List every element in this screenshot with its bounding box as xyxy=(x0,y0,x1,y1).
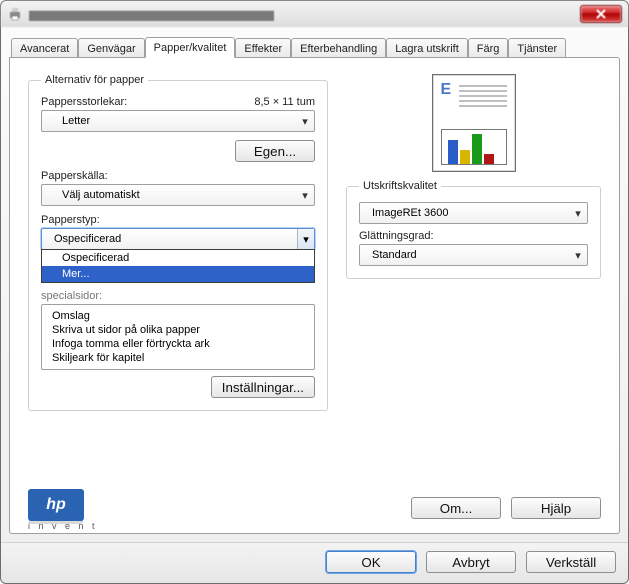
tab-shortcuts[interactable]: Genvägar xyxy=(78,38,144,58)
paper-type-label: Papperstyp: xyxy=(41,214,315,226)
chevron-down-icon: ▾ xyxy=(303,233,309,246)
page-preview-icon: E xyxy=(432,74,516,172)
tab-services[interactable]: Tjänster xyxy=(508,38,566,58)
tab-strip: Avancerat Genvägar Papper/kvalitet Effek… xyxy=(9,35,620,58)
print-preferences-window: ▆▆▆▆▆▆▆▆▆▆▆▆▆▆▆▆▆▆▆▆▆▆▆▆▆▆▆▆ Avancerat G… xyxy=(0,0,629,584)
list-item[interactable]: Infoga tomma eller förtryckta ark xyxy=(52,337,304,351)
paper-type-dropdown: Ospecificerad Mer... xyxy=(41,249,315,283)
tab-advanced[interactable]: Avancerat xyxy=(11,38,78,58)
gloss-select[interactable]: Standard ▾ xyxy=(359,244,588,266)
chevron-down-icon: ▾ xyxy=(573,207,583,220)
paper-type-option-more[interactable]: Mer... xyxy=(42,266,314,282)
window-title: ▆▆▆▆▆▆▆▆▆▆▆▆▆▆▆▆▆▆▆▆▆▆▆▆▆▆▆▆ xyxy=(29,8,274,21)
paper-sizes-label: Pappersstorlekar: 8,5 × 11 tum xyxy=(41,96,315,108)
list-item[interactable]: Omslag xyxy=(52,309,304,323)
paper-size-hint: 8,5 × 11 tum xyxy=(254,96,315,108)
gloss-value: Standard xyxy=(372,249,573,261)
ok-button[interactable]: OK xyxy=(326,551,416,573)
tab-color[interactable]: Färg xyxy=(468,38,509,58)
dialog-button-row: OK Avbryt Verkställ xyxy=(1,542,628,583)
client-area: Avancerat Genvägar Papper/kvalitet Effek… xyxy=(1,27,628,542)
cancel-button[interactable]: Avbryt xyxy=(426,551,516,573)
gloss-label: Glättningsgrad: xyxy=(359,230,588,242)
special-pages-settings-button[interactable]: Inställningar... xyxy=(211,376,315,398)
brand-area: hp xyxy=(28,489,84,521)
paper-source-label: Papperskälla: xyxy=(41,170,315,182)
custom-size-button[interactable]: Egen... xyxy=(235,140,315,162)
special-pages-list[interactable]: Omslag Skriva ut sidor på olika papper I… xyxy=(41,304,315,370)
dropdown-button[interactable]: ▾ xyxy=(297,229,314,249)
paper-source-value: Välj automatiskt xyxy=(62,189,300,201)
resolution-value: ImageREt 3600 xyxy=(372,207,573,219)
chevron-down-icon: ▾ xyxy=(573,249,583,262)
list-item[interactable]: Skriva ut sidor på olika papper xyxy=(52,323,304,337)
hp-logo-icon: hp xyxy=(28,489,84,521)
window-close-button[interactable] xyxy=(580,5,622,23)
hp-tagline: i n v e n t xyxy=(28,521,98,531)
tab-finishing[interactable]: Efterbehandling xyxy=(291,38,386,58)
special-pages-label: specialsidor: xyxy=(41,290,315,302)
resolution-select[interactable]: ImageREt 3600 ▾ xyxy=(359,202,588,224)
paper-size-select[interactable]: Letter ▾ xyxy=(41,110,315,132)
chevron-down-icon: ▾ xyxy=(300,115,310,128)
titlebar: ▆▆▆▆▆▆▆▆▆▆▆▆▆▆▆▆▆▆▆▆▆▆▆▆▆▆▆▆ xyxy=(1,1,628,27)
print-quality-legend: Utskriftskvalitet xyxy=(359,180,441,192)
paper-type-value: Ospecificerad xyxy=(54,233,310,245)
paper-options-group: Alternativ för papper Pappersstorlekar: … xyxy=(28,74,328,411)
paper-options-legend: Alternativ för papper xyxy=(41,74,148,86)
printer-icon xyxy=(7,6,23,22)
paper-type-select[interactable]: Ospecificerad ▾ xyxy=(41,228,315,250)
help-button[interactable]: Hjälp xyxy=(511,497,601,519)
tab-panel-paper-quality: Alternativ för papper Pappersstorlekar: … xyxy=(9,57,620,534)
about-button[interactable]: Om... xyxy=(411,497,501,519)
tab-paper-quality[interactable]: Papper/kvalitet xyxy=(145,37,236,58)
paper-size-value: Letter xyxy=(62,115,300,127)
tab-job-storage[interactable]: Lagra utskrift xyxy=(386,38,468,58)
chevron-down-icon: ▾ xyxy=(300,189,310,202)
tab-effects[interactable]: Effekter xyxy=(235,38,291,58)
list-item[interactable]: Skiljeark för kapitel xyxy=(52,351,304,365)
apply-button[interactable]: Verkställ xyxy=(526,551,616,573)
panel-buttons: Om... Hjälp xyxy=(411,497,601,519)
paper-type-option-unspecified[interactable]: Ospecificerad xyxy=(42,250,314,266)
print-quality-group: Utskriftskvalitet ImageREt 3600 ▾ Glättn… xyxy=(346,180,601,279)
paper-source-select[interactable]: Välj automatiskt ▾ xyxy=(41,184,315,206)
